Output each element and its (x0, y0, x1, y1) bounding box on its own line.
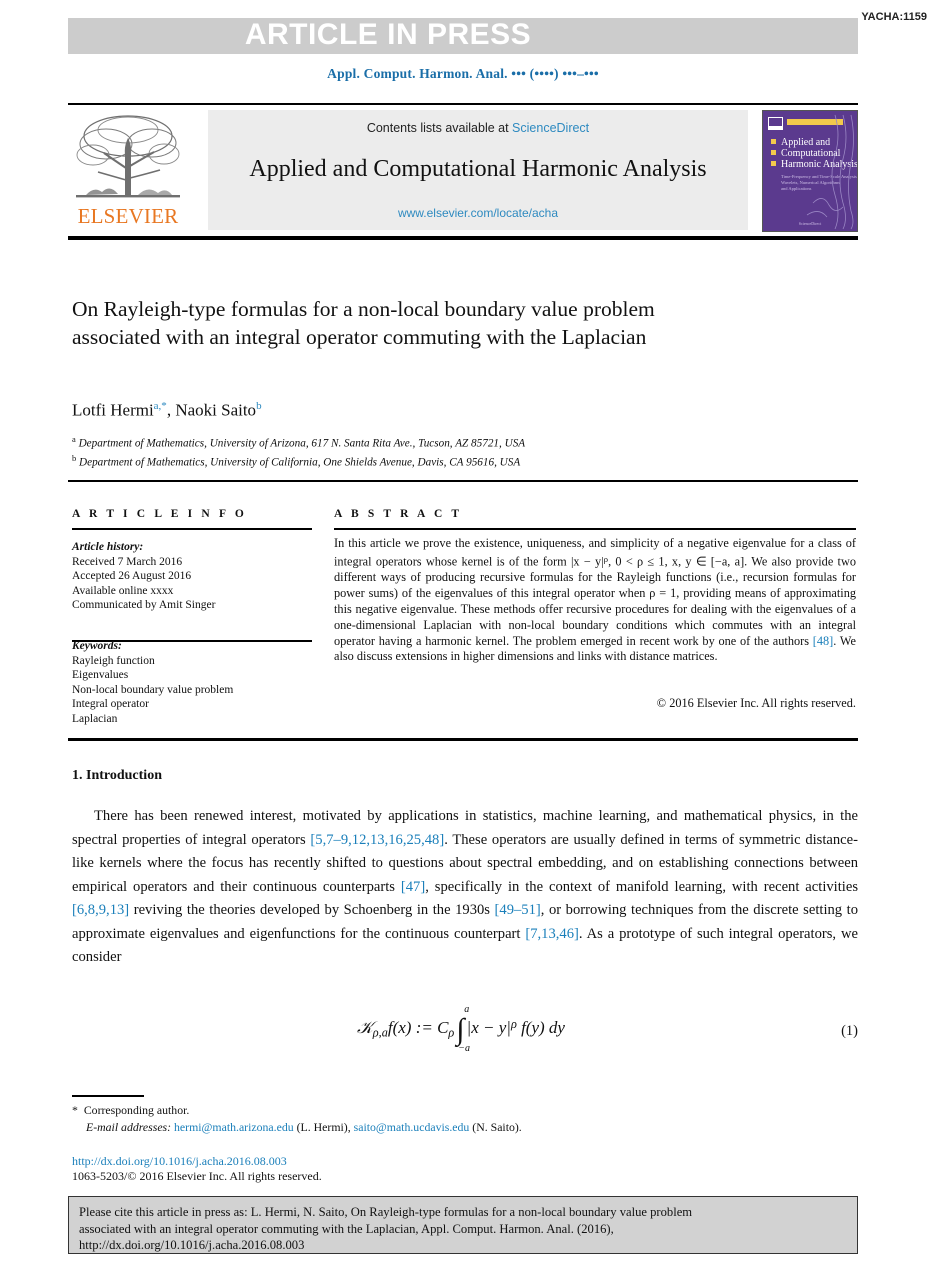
integral-sign-icon: ∫ a −a (456, 1004, 471, 1054)
received-date: Received 7 March 2016 (72, 555, 183, 568)
email-addresses-note: E-mail addresses: hermi@math.arizona.edu… (72, 1119, 772, 1136)
author-1-affiliation-marks[interactable]: a,* (154, 400, 167, 412)
keyword-item: Laplacian (72, 712, 118, 725)
abstract-heading: A B S T R A C T (334, 508, 463, 520)
author-list: Lotfi Hermia,*, Naoki Saitob (72, 400, 772, 421)
svg-text:Time-Frequency and Time-Scale: Time-Frequency and Time-Scale Analysis (781, 174, 857, 179)
corresponding-author-note: * Corresponding author. (72, 1102, 772, 1119)
keyword-item: Rayleigh function (72, 654, 155, 667)
article-history-label: Article history: (72, 541, 144, 553)
article-info-underline (72, 528, 312, 530)
body-reference-4[interactable]: [49–51] (495, 902, 541, 918)
article-first-page: ARTICLE IN PRESS YACHA:1159 Appl. Comput… (0, 0, 935, 1266)
author-2-affiliation-marks[interactable]: b (256, 400, 262, 412)
citation-line-2: associated with an integral operator com… (79, 1221, 614, 1236)
svg-text:Applied and: Applied and (781, 137, 830, 148)
section-heading-introduction: 1. Introduction (72, 768, 162, 783)
affiliation-b: b Department of Mathematics, University … (72, 451, 832, 470)
keyword-item: Eigenvalues (72, 669, 129, 682)
keywords-label: Keywords: (72, 639, 122, 652)
info-section-bottom-rule (68, 738, 858, 741)
affiliation-a: a Department of Mathematics, University … (72, 432, 832, 451)
body-reference-5[interactable]: [7,13,46] (525, 926, 579, 942)
info-gap (72, 613, 312, 639)
keyword-item: Non-local boundary value problem (72, 683, 234, 696)
author-name-1: Lotfi Hermi (72, 400, 154, 420)
footnote-rule (72, 1095, 144, 1097)
citation-notice-box: Please cite this article in press as: L.… (68, 1196, 858, 1254)
equation-constant-subscript: ρ (448, 1025, 455, 1040)
article-info-column: Article history: Received 7 March 2016 A… (72, 540, 312, 727)
equation-number: (1) (841, 1023, 858, 1039)
body-reference-2[interactable]: [47] (401, 879, 425, 895)
contents-line: Contents lists available at ScienceDirec… (208, 121, 748, 135)
article-in-press-banner: ARTICLE IN PRESS (68, 18, 858, 54)
equation-integrand: |x − y| (466, 1018, 511, 1037)
issn-copyright-line: 1063-5203/© 2016 Elsevier Inc. All right… (72, 1169, 322, 1183)
body-part-3: , specifically in the context of manifol… (425, 878, 858, 895)
equation-operator-symbol: 𝒦 (357, 1018, 373, 1038)
accepted-date: Accepted 26 August 2016 (72, 570, 192, 583)
corresponding-author-text: Corresponding author. (83, 1103, 190, 1117)
journal-cover-thumbnail: Applied and Computational Harmonic Analy… (762, 110, 858, 232)
svg-text:ScienceDirect: ScienceDirect (799, 221, 822, 226)
email-owner-saito: (N. Saito). (472, 1119, 522, 1134)
abstract-reference-48[interactable]: [48] (813, 634, 834, 648)
doi-link[interactable]: http://dx.doi.org/10.1016/j.acha.2016.08… (72, 1153, 287, 1169)
affiliation-a-text: Department of Mathematics, University of… (78, 437, 526, 450)
email-addresses-label: E-mail addresses: (86, 1119, 172, 1134)
available-online: Available online xxxx (72, 584, 174, 597)
svg-text:Harmonic Analysis: Harmonic Analysis (781, 159, 857, 170)
corresponding-author-marker: * (72, 1103, 78, 1117)
body-part-4: reviving the theories developed by Schoe… (129, 902, 495, 918)
email-link-saito[interactable]: saito@math.ucdavis.edu (354, 1120, 470, 1134)
integral-upper-limit: a (464, 1004, 470, 1015)
equation-1: 𝒦ρ,af(x) := Cρ∫ a −a |x − y|ρ f(y) dy (1) (72, 1004, 858, 1065)
introduction-paragraph: There has been renewed interest, motivat… (72, 805, 858, 970)
svg-text:Computational: Computational (781, 148, 841, 159)
footnote-block: * Corresponding author. E-mail addresses… (72, 1102, 772, 1135)
article-info-heading: A R T I C L E I N F O (72, 508, 247, 520)
abstract-copyright: © 2016 Elsevier Inc. All rights reserved… (656, 696, 856, 710)
equation-1-expression: 𝒦ρ,af(x) := Cρ∫ a −a |x − y|ρ f(y) dy (357, 1004, 565, 1054)
contents-prefix: Contents lists available at (366, 121, 513, 135)
journal-cover-art-icon: Applied and Computational Harmonic Analy… (763, 111, 857, 231)
elsevier-wordmark: ELSEVIER (77, 204, 179, 228)
citation-line-3: http://dx.doi.org/10.1016/j.acha.2016.08… (79, 1238, 305, 1252)
abstract-underline (334, 528, 856, 530)
article-in-press-label: ARTICLE IN PRESS (244, 18, 532, 51)
page-title: On Rayleigh-type formulas for a non-loca… (72, 297, 655, 349)
keyword-item: Integral operator (72, 698, 149, 711)
masthead-bottom-rule (68, 236, 858, 240)
affiliation-b-marker: b (72, 453, 77, 464)
journal-url-link[interactable]: www.elsevier.com/locate/acha (208, 206, 748, 220)
abstract-text: In this article we prove the existence, … (334, 536, 856, 665)
journal-masthead: ELSEVIER Contents lists available at Sci… (68, 108, 858, 232)
sciencedirect-link[interactable]: ScienceDirect (512, 121, 589, 135)
body-reference-1[interactable]: [5,7–9,12,13,16,25,48] (310, 832, 444, 848)
affiliations: a Department of Mathematics, University … (72, 432, 832, 470)
journal-title: Applied and Computational Harmonic Analy… (249, 156, 707, 182)
author-name-2: Naoki Saito (175, 400, 257, 420)
elsevier-tree-icon (76, 115, 180, 198)
manuscript-code: YACHA:1159 (861, 11, 927, 23)
affiliation-a-marker: a (72, 434, 76, 444)
svg-text:and Applications: and Applications (781, 186, 812, 191)
communicated-by: Communicated by Amit Singer (72, 599, 216, 612)
elsevier-logo: ELSEVIER (68, 110, 188, 230)
affiliation-b-text: Department of Mathematics, University of… (79, 456, 521, 469)
integral-lower-limit: −a (458, 1043, 471, 1054)
body-reference-3[interactable]: [6,8,9,13] (72, 902, 129, 918)
info-section-top-rule (68, 480, 858, 482)
equation-lhs: f(x) := C (387, 1018, 449, 1037)
equation-operator-subscript: ρ,a (372, 1025, 388, 1040)
equation-integrand-tail: f(y) dy (516, 1018, 565, 1037)
running-head: Appl. Comput. Harmon. Anal. ••• (••••) •… (327, 66, 599, 81)
email-owner-hermi: (L. Hermi), (296, 1119, 351, 1134)
masthead-top-rule (68, 103, 858, 105)
sciencedirect-box: Contents lists available at ScienceDirec… (208, 110, 748, 230)
citation-line-1: Please cite this article in press as: L.… (79, 1205, 693, 1219)
email-link-hermi[interactable]: hermi@math.arizona.edu (174, 1120, 294, 1134)
